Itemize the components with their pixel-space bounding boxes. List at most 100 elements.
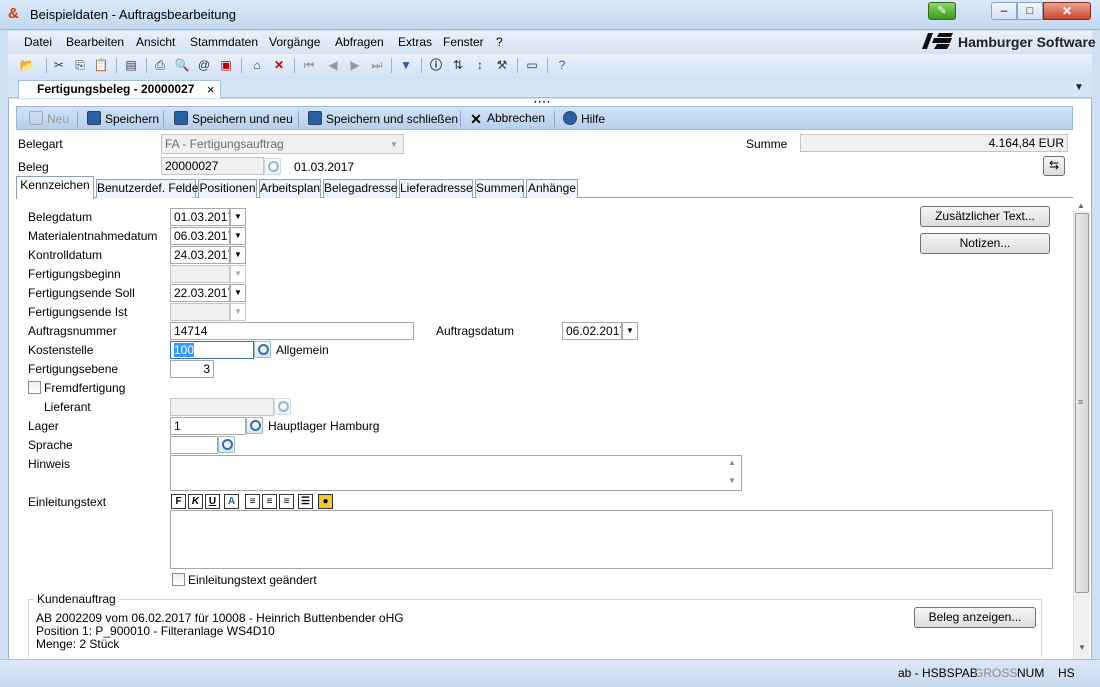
fertigungsbeginn-field[interactable] (170, 265, 230, 283)
save-and-new-button[interactable]: Speichern und neu (174, 111, 293, 126)
show-document-button[interactable]: Beleg anzeigen... (914, 607, 1036, 628)
fertigungsende-ist-dropdown[interactable]: ▼ (230, 303, 246, 321)
fertigungsebene-field[interactable]: 3 (170, 360, 214, 378)
print-icon[interactable]: ⎙ (151, 57, 169, 74)
delete-icon[interactable]: ✕ (270, 57, 288, 74)
swap-icon[interactable]: ⇆ (1043, 156, 1065, 176)
underline-icon[interactable]: U (205, 494, 220, 509)
maximize-button[interactable]: □ (1017, 2, 1043, 20)
filter-icon[interactable]: ▼ (397, 57, 415, 74)
bold-icon[interactable]: F (171, 494, 186, 509)
align-right-icon[interactable]: ≡ (279, 494, 294, 509)
fertigungsbeginn-dropdown[interactable]: ▼ (230, 265, 246, 283)
tab-dropdown-icon[interactable]: ▼ (1074, 82, 1084, 93)
menu-abfragen[interactable]: Abfragen (335, 35, 384, 49)
info-icon[interactable]: ⓘ (427, 57, 445, 74)
tools-icon[interactable]: ⚒ (493, 57, 511, 74)
copy-icon[interactable]: ⎘ (71, 57, 89, 74)
menu-datei[interactable]: Datei (24, 35, 52, 49)
einleitungstext-geaendert-checkbox[interactable] (172, 573, 185, 586)
home-icon[interactable]: ⌂ (248, 57, 266, 74)
kontrolldatum-field[interactable]: 24.03.2017 (170, 246, 230, 264)
scroll-up-arrow-icon[interactable]: ▲ (1077, 201, 1085, 210)
first-record-icon[interactable]: ⏮ (300, 57, 318, 74)
belegart-select[interactable]: FA - Fertigungsauftrag (161, 134, 404, 154)
auftragsdatum-dropdown[interactable]: ▼ (622, 322, 638, 340)
last-record-icon[interactable]: ⏭ (368, 57, 386, 74)
close-tab-icon[interactable]: × (207, 81, 215, 98)
close-button[interactable]: ✕ (1043, 2, 1091, 20)
notes-button[interactable]: Notizen... (920, 233, 1050, 254)
einleitungstext-editor[interactable] (170, 510, 1053, 569)
fertigungsende-soll-field[interactable]: 22.03.2017 (170, 284, 230, 302)
pdf-icon[interactable]: ▣ (217, 57, 235, 74)
help-button[interactable]: Hilfe (563, 111, 605, 126)
search-icon[interactable] (254, 341, 271, 358)
tab-lieferadresse[interactable]: Lieferadresse (399, 179, 473, 198)
lager-field[interactable]: 1 (170, 417, 246, 435)
search-icon[interactable] (218, 436, 235, 453)
tab-kennzeichen[interactable]: Kennzeichen (16, 176, 94, 199)
tab-benutzerdef-felder[interactable]: Benutzerdef. Felder (96, 179, 202, 198)
menu-help[interactable]: ? (496, 35, 503, 49)
document-tab[interactable]: Fertigungsbeleg - 20000027 × (18, 80, 222, 98)
fertigungsende-soll-dropdown[interactable]: ▼ (230, 284, 246, 302)
tab-belegadresse[interactable]: Belegadresse (323, 179, 397, 198)
menu-stammdaten[interactable]: Stammdaten (190, 35, 258, 49)
vertical-scrollbar[interactable]: ≡ ▼ (1073, 211, 1090, 659)
kontrolldatum-dropdown[interactable]: ▼ (230, 246, 246, 264)
auftragsnummer-field[interactable]: 14714 (170, 322, 414, 340)
hinweis-textarea[interactable] (170, 455, 742, 491)
menu-extras[interactable]: Extras (398, 35, 432, 49)
cut-icon[interactable]: ✂ (50, 57, 68, 74)
align-center-icon[interactable]: ≡ (262, 494, 277, 509)
font-color-icon[interactable]: A (224, 494, 239, 509)
help-icon[interactable]: ? (553, 57, 571, 74)
previous-record-icon[interactable]: ◀ (324, 57, 342, 74)
new-button[interactable]: Neu (29, 111, 69, 126)
menu-ansicht[interactable]: Ansicht (136, 35, 175, 49)
next-record-icon[interactable]: ▶ (346, 57, 364, 74)
scroll-down-icon[interactable]: ▼ (728, 476, 736, 485)
save-and-close-button[interactable]: Speichern und schließen (308, 111, 458, 126)
search-icon[interactable] (274, 398, 291, 415)
save-button[interactable]: Speichern (87, 111, 159, 126)
search-icon[interactable] (264, 158, 281, 175)
tab-anhaenge[interactable]: Anhänge (526, 179, 578, 198)
tab-arbeitsplan[interactable]: Arbeitsplan (259, 179, 321, 198)
paste-icon[interactable]: 📋 (92, 57, 110, 74)
kostenstelle-field[interactable]: 100 (170, 341, 254, 359)
materialentnahmedatum-dropdown[interactable]: ▼ (230, 227, 246, 245)
cancel-button[interactable]: ✕ Abbrechen (469, 111, 545, 127)
sort-icon[interactable]: ⇅ (449, 57, 467, 74)
sprache-field[interactable] (170, 436, 218, 454)
auftragsdatum-field[interactable]: 06.02.2017 (562, 322, 622, 340)
scroll-down-arrow-icon[interactable]: ▼ (1078, 643, 1086, 652)
scroll-up-icon[interactable]: ▲ (728, 458, 736, 467)
fertigungsende-ist-field[interactable] (170, 303, 230, 321)
lieferant-field[interactable] (170, 398, 274, 416)
print-preview-icon[interactable]: 🔍 (173, 57, 191, 74)
feedback-icon[interactable]: ✎ (928, 2, 956, 20)
bullet-list-icon[interactable]: ☰ (298, 494, 313, 509)
menu-vorgaenge[interactable]: Vorgänge (269, 35, 320, 49)
belegdatum-dropdown[interactable]: ▼ (230, 208, 246, 226)
italic-icon[interactable]: K (188, 494, 203, 509)
menu-fenster[interactable]: Fenster (443, 35, 484, 49)
tab-positionen[interactable]: Positionen (198, 179, 257, 198)
fremdfertigung-checkbox[interactable] (28, 381, 41, 394)
insert-field-icon[interactable]: ● (318, 494, 333, 509)
search-icon[interactable] (246, 417, 263, 434)
open-folder-icon[interactable]: 📂 (18, 57, 36, 74)
window-icon[interactable]: ▭ (523, 57, 541, 74)
additional-text-button[interactable]: Zusätzlicher Text... (920, 206, 1050, 227)
minimize-button[interactable]: – (991, 2, 1017, 20)
tab-summen[interactable]: Summen (475, 179, 524, 198)
align-left-icon[interactable]: ≡ (245, 494, 260, 509)
menu-bearbeiten[interactable]: Bearbeiten (66, 35, 124, 49)
belegdatum-field[interactable]: 01.03.2017 (170, 208, 230, 226)
email-icon[interactable]: @ (195, 57, 213, 74)
sort-az-icon[interactable]: ↕ (471, 57, 489, 74)
list-icon[interactable]: ▤ (122, 57, 140, 74)
materialentnahmedatum-field[interactable]: 06.03.2017 (170, 227, 230, 245)
